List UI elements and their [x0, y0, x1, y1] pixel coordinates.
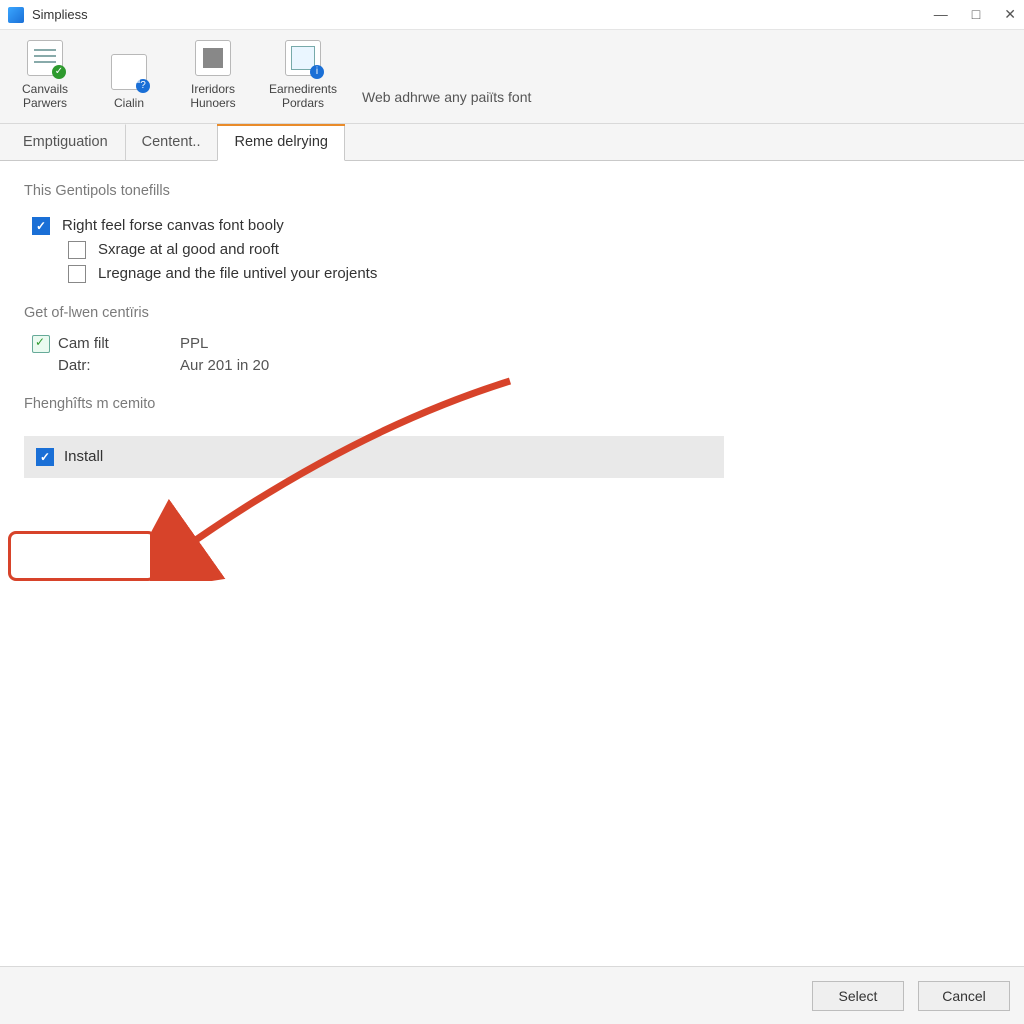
checkbox-icon: [36, 448, 54, 466]
toolbar-item-cialin[interactable]: ? Cialin: [98, 54, 160, 110]
toolbar-label: Pordars: [282, 96, 324, 110]
info-row-camfilt: Cam filt PPL: [32, 335, 1000, 353]
info-value: PPL: [180, 335, 208, 353]
cancel-button[interactable]: Cancel: [918, 981, 1010, 1011]
checkbox-main[interactable]: Right feel forse canvas font booly: [32, 217, 1000, 235]
toolbar-label: Hunoers: [190, 96, 235, 110]
checkbox-icon: [68, 265, 86, 283]
tab-centent[interactable]: Centent..: [125, 124, 218, 160]
earnedirents-icon: i: [285, 40, 321, 76]
tab-bar: Emptiguation Centent.. Reme delrying: [0, 124, 1024, 161]
window-title: Simpliess: [32, 7, 88, 22]
cialin-icon: ?: [111, 54, 147, 90]
checkbox-icon: [68, 241, 86, 259]
toolbar: ✓ Canvails Parwers ? Cialin Ireridors Hu…: [0, 30, 1024, 124]
info-value: Aur 201 in 20: [180, 357, 269, 374]
titlebar: Simpliess ― □ ✕: [0, 0, 1024, 30]
minimize-button[interactable]: ―: [934, 6, 948, 23]
toolbar-item-ireridors[interactable]: Ireridors Hunoers: [182, 40, 244, 111]
check-icon: [32, 335, 50, 353]
window-controls: ― □ ✕: [934, 6, 1016, 23]
toolbar-label: Cialin: [114, 96, 144, 110]
checkbox-label: Sxrage at al good and rooft: [98, 241, 279, 258]
toolbar-label: Parwers: [23, 96, 67, 110]
app-icon: [8, 7, 24, 23]
checkbox-sub1[interactable]: Sxrage at al good and rooft: [68, 241, 1000, 259]
install-row[interactable]: Install: [24, 436, 724, 478]
toolbar-label: Canvails: [22, 82, 68, 96]
section-heading: Get of-lwen centïris: [24, 305, 1000, 321]
toolbar-description: Web adhrwe any paiïts font: [362, 89, 531, 111]
install-label: Install: [64, 448, 103, 465]
info-key: Datr:: [58, 357, 91, 374]
checkbox-label: Lregnage and the file untivel your eroje…: [98, 265, 377, 282]
tab-remedelrying[interactable]: Reme delrying: [217, 124, 345, 161]
close-button[interactable]: ✕: [1004, 6, 1016, 23]
canvails-icon: ✓: [27, 40, 63, 76]
annotation-highlight: [8, 531, 156, 581]
checkbox-sub2[interactable]: Lregnage and the file untivel your eroje…: [68, 265, 1000, 283]
toolbar-label: Earnedirents: [269, 82, 337, 96]
checkbox-label: Right feel forse canvas font booly: [62, 217, 284, 234]
select-button[interactable]: Select: [812, 981, 904, 1011]
dialog-footer: Select Cancel: [0, 966, 1024, 1024]
toolbar-item-canvails[interactable]: ✓ Canvails Parwers: [14, 40, 76, 111]
info-key: Cam filt: [58, 335, 109, 352]
section-heading: Fhenghîfts m cemito: [24, 396, 1000, 412]
checkbox-icon: [32, 217, 50, 235]
toolbar-item-earnedirents[interactable]: i Earnedirents Pordars: [266, 40, 340, 111]
ireridors-icon: [195, 40, 231, 76]
info-row-datr: Datr: Aur 201 in 20: [32, 357, 1000, 374]
tab-emptiguation[interactable]: Emptiguation: [6, 124, 125, 160]
content-panel: This Gentipols tonefills Right feel fors…: [0, 161, 1024, 964]
maximize-button[interactable]: □: [972, 6, 980, 23]
section-heading: This Gentipols tonefills: [24, 183, 1000, 199]
toolbar-label: Ireridors: [191, 82, 235, 96]
